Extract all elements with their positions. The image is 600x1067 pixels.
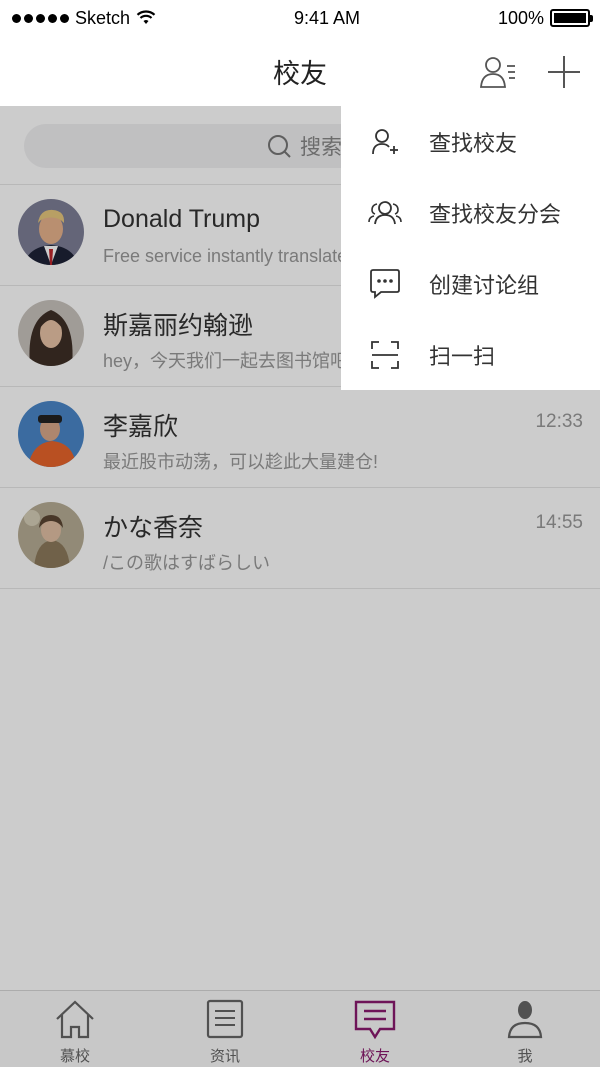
nav-bar: 校友 [0,36,600,106]
menu-label: 查找校友分会 [429,201,562,227]
contacts-list-icon[interactable] [478,52,518,92]
chat-bubble-icon [367,266,403,302]
group-icon [367,195,403,231]
scan-icon [367,337,403,373]
add-menu-popup: 查找校友 查找校友分会 创建讨论组 扫一扫 [341,106,600,390]
menu-label: 扫一扫 [429,343,496,369]
add-person-icon [367,124,403,160]
battery-icon [550,9,593,27]
menu-label: 创建讨论组 [429,272,540,298]
battery-percent: 100% [497,7,544,28]
menu-item-create-group[interactable]: 创建讨论组 [341,248,600,319]
status-left: Sketch [12,8,156,29]
status-time: 9:41 AM [293,7,361,28]
menu-item-scan[interactable]: 扫一扫 [341,319,600,390]
wifi-icon [136,10,156,24]
status-right: 100% [497,7,593,29]
carrier-label: Sketch [75,7,131,28]
status-bar: Sketch 9:41 AM 100% [0,0,600,36]
signal-icon [12,13,69,23]
plus-icon[interactable] [544,52,584,92]
menu-item-find-alumni[interactable]: 查找校友 [341,106,600,177]
menu-item-find-branch[interactable]: 查找校友分会 [341,177,600,248]
menu-label: 查找校友 [429,130,518,156]
